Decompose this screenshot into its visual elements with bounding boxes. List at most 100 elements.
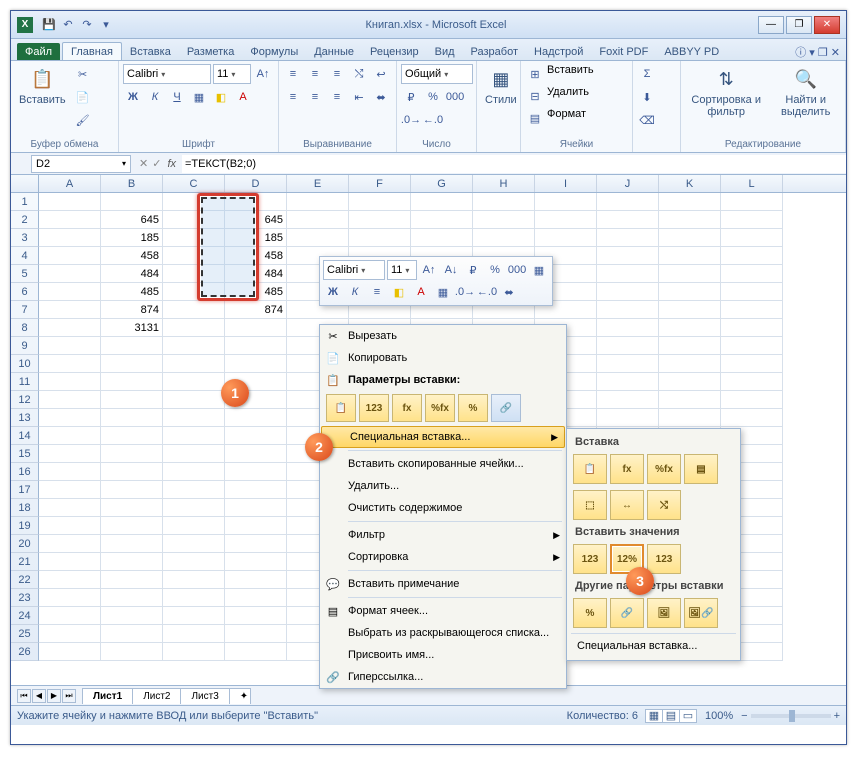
sp-val[interactable]: 123 [573, 544, 607, 574]
tab-addins[interactable]: Надстрой [526, 43, 591, 60]
cell[interactable] [659, 355, 721, 373]
cell[interactable] [349, 211, 411, 229]
row-header[interactable]: 6 [11, 283, 39, 301]
cell[interactable] [597, 391, 659, 409]
cell[interactable]: 458 [101, 247, 163, 265]
cell[interactable] [101, 571, 163, 589]
row-header[interactable]: 24 [11, 607, 39, 625]
cell[interactable] [39, 247, 101, 265]
row-header[interactable]: 12 [11, 391, 39, 409]
sp-fx[interactable]: fx [610, 454, 644, 484]
fill-icon[interactable]: ⬇ [637, 87, 657, 107]
cell[interactable]: 645 [225, 211, 287, 229]
mini-italic-icon[interactable]: К [345, 282, 365, 302]
cell[interactable] [101, 355, 163, 373]
cell[interactable]: 458 [225, 247, 287, 265]
row-header[interactable]: 22 [11, 571, 39, 589]
cell[interactable] [101, 499, 163, 517]
cell[interactable] [659, 373, 721, 391]
cell[interactable] [225, 535, 287, 553]
cell[interactable] [101, 409, 163, 427]
cell[interactable] [101, 517, 163, 535]
cell[interactable] [163, 643, 225, 661]
cell[interactable] [101, 391, 163, 409]
cell[interactable] [721, 193, 783, 211]
cell[interactable]: 3131 [101, 319, 163, 337]
cell[interactable]: 485 [101, 283, 163, 301]
row-header[interactable]: 2 [11, 211, 39, 229]
paste-percent[interactable]: % [458, 394, 488, 422]
cell[interactable] [225, 427, 287, 445]
increase-font-icon[interactable]: A↑ [253, 64, 273, 84]
ctx-clear[interactable]: Очистить содержимое [320, 497, 566, 519]
cell[interactable] [411, 193, 473, 211]
cell[interactable] [597, 211, 659, 229]
mini-color-icon[interactable]: A [411, 282, 431, 302]
cell[interactable] [163, 535, 225, 553]
paste-formulas[interactable]: fx [392, 394, 422, 422]
cell[interactable] [101, 427, 163, 445]
cell[interactable] [721, 229, 783, 247]
cell[interactable] [101, 535, 163, 553]
minimize-button[interactable]: — [758, 16, 784, 34]
col-header[interactable]: J [597, 175, 659, 192]
cell[interactable] [163, 589, 225, 607]
cell[interactable] [225, 319, 287, 337]
view-buttons[interactable]: ▦▤▭ [646, 709, 697, 723]
autosum-icon[interactable]: Σ [637, 64, 657, 84]
mini-shrink-icon[interactable]: A↓ [441, 260, 461, 280]
cell[interactable] [721, 355, 783, 373]
tab-insert[interactable]: Вставка [122, 43, 179, 60]
cell[interactable] [163, 481, 225, 499]
sheet-new[interactable]: ✦ [229, 688, 251, 704]
cell[interactable] [597, 229, 659, 247]
mini-currency-icon[interactable]: ₽ [463, 260, 483, 280]
col-header[interactable]: A [39, 175, 101, 192]
cell[interactable] [163, 283, 225, 301]
row-header[interactable]: 25 [11, 625, 39, 643]
cell[interactable] [225, 625, 287, 643]
mini-grow-icon[interactable]: A↑ [419, 260, 439, 280]
cell[interactable] [597, 301, 659, 319]
cell[interactable] [225, 643, 287, 661]
cell[interactable] [597, 247, 659, 265]
percent-icon[interactable]: % [423, 87, 443, 107]
cell[interactable] [597, 355, 659, 373]
cell[interactable] [101, 607, 163, 625]
cell[interactable] [101, 193, 163, 211]
cell[interactable] [287, 193, 349, 211]
cell[interactable] [39, 517, 101, 535]
cell[interactable] [39, 445, 101, 463]
cell[interactable] [163, 607, 225, 625]
sheet-tab-2[interactable]: Лист2 [132, 688, 181, 704]
cell[interactable] [163, 517, 225, 535]
font-size-combo[interactable]: 11▾ [213, 64, 251, 84]
cell[interactable] [163, 229, 225, 247]
cell[interactable] [101, 625, 163, 643]
row-header[interactable]: 20 [11, 535, 39, 553]
paste-link[interactable]: 🔗 [491, 394, 521, 422]
wrap-icon[interactable]: ↩ [371, 64, 391, 84]
sort-filter-button[interactable]: ⇅Сортировка и фильтр [685, 64, 767, 120]
cell[interactable] [535, 211, 597, 229]
sheet-tab-3[interactable]: Лист3 [180, 688, 229, 704]
cell[interactable] [349, 229, 411, 247]
redo-icon[interactable]: ↷ [79, 17, 95, 33]
select-all[interactable] [11, 175, 39, 192]
cell[interactable] [163, 445, 225, 463]
tab-formulas[interactable]: Формулы [242, 43, 306, 60]
col-header[interactable]: K [659, 175, 721, 192]
cell[interactable] [659, 409, 721, 427]
cell[interactable] [597, 337, 659, 355]
copy-icon[interactable]: 📄 [73, 87, 93, 107]
ctx-insert-copied[interactable]: Вставить скопированные ячейки... [320, 453, 566, 475]
row-header[interactable]: 3 [11, 229, 39, 247]
cell[interactable] [163, 337, 225, 355]
mini-border-icon[interactable]: ▦ [433, 282, 453, 302]
cell[interactable] [101, 553, 163, 571]
number-format-combo[interactable]: Общий▾ [401, 64, 473, 84]
cell[interactable] [163, 391, 225, 409]
cell[interactable] [659, 319, 721, 337]
cell[interactable] [101, 643, 163, 661]
cell[interactable] [659, 229, 721, 247]
